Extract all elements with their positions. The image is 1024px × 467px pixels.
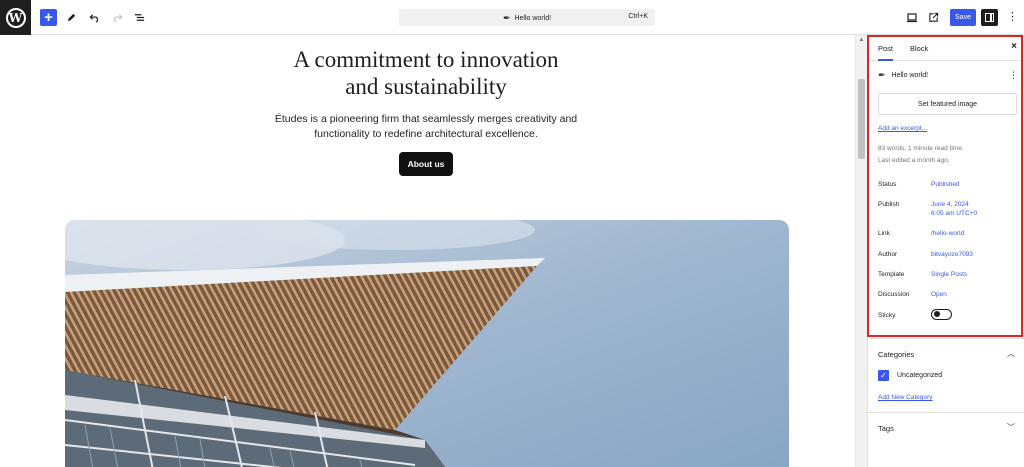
more-options-icon: ⋮ [1007, 11, 1018, 23]
status-label: Status [878, 181, 897, 188]
wordpress-logo-glyph: W [5, 7, 26, 28]
list-view-icon [134, 14, 145, 21]
shortcut-hint: Ctrl+K [628, 13, 648, 20]
undo-button[interactable] [86, 9, 103, 26]
post-summary: ✒ Hello world! ⋮ [878, 70, 1018, 81]
options-menu-button[interactable]: ⋮ [1004, 9, 1021, 26]
wordpress-logo-icon[interactable]: W [0, 0, 31, 35]
sidebar-tabs: Post Block × [868, 35, 1024, 61]
toggle-knob [933, 311, 940, 318]
add-new-category-link[interactable]: Add New Category [878, 394, 933, 401]
settings-sidebar-toggle[interactable] [981, 9, 998, 26]
sticky-label: Sticky [878, 312, 896, 319]
tags-title: Tags [878, 424, 894, 433]
link-value[interactable]: /hello-world [931, 229, 964, 238]
publish-value[interactable]: June 4, 2024 6:05 am UTC+0 [931, 200, 977, 218]
undo-icon [89, 14, 99, 23]
feather-icon: ✒ [878, 70, 886, 80]
command-palette-bar[interactable]: ✒ Hello world! Ctrl+K [399, 9, 655, 26]
categories-title: Categories [878, 350, 915, 359]
hero-image[interactable] [65, 220, 789, 467]
heading-line-1: A commitment to innovation [293, 47, 559, 72]
tools-button[interactable] [63, 9, 80, 26]
scroll-up-arrow[interactable]: ▲ [856, 37, 867, 43]
discussion-value[interactable]: Open [931, 290, 947, 299]
building-photo [65, 220, 789, 467]
tab-post[interactable]: Post [878, 44, 894, 61]
checkbox-checked-icon[interactable]: ✓ [878, 370, 889, 381]
add-excerpt-link[interactable]: Add an excerpt... [878, 125, 927, 132]
redo-icon [113, 14, 123, 23]
chevron-down-icon: ﹀ [1007, 423, 1015, 432]
heading-line-2: and sustainability [345, 74, 507, 99]
more-options-icon[interactable]: ⋮ [1009, 71, 1018, 80]
close-icon[interactable]: × [1011, 41, 1017, 52]
chevron-up-icon: ︿ [1007, 349, 1015, 358]
editor-toolbar: W + ✒ Hello world! Ctrl+K Save ⋮ [0, 0, 1024, 35]
add-block-icon: + [44, 9, 53, 26]
author-value[interactable]: bitvayoze7093 [931, 250, 973, 259]
last-edited-text: Last edited a month ago. [878, 157, 950, 164]
external-view-icon [929, 12, 939, 22]
publish-time: 6:05 am UTC+0 [931, 210, 978, 217]
preview-device-button[interactable] [903, 9, 920, 26]
pen-tool-icon [67, 13, 76, 22]
intro-line-2: functionality to redefine architectural … [314, 128, 538, 140]
document-title-text: Hello world! [514, 15, 552, 22]
add-block-button[interactable]: + [40, 9, 57, 26]
canvas-scrollbar[interactable]: ▲ [855, 35, 867, 467]
template-label: Template [878, 271, 905, 278]
list-view-button[interactable] [131, 9, 148, 26]
page-heading[interactable]: A commitment to innovation and sustainab… [226, 46, 626, 100]
intro-line-1: Études is a pioneering firm that seamles… [274, 113, 578, 125]
document-title: ✒ Hello world! [399, 13, 655, 24]
set-featured-image-button[interactable]: Set featured image [878, 93, 1017, 115]
editor-canvas[interactable]: A commitment to innovation and sustainab… [0, 35, 855, 467]
template-value[interactable]: Single Posts [931, 270, 967, 279]
redo-button[interactable] [109, 9, 126, 26]
save-button[interactable]: Save [950, 9, 976, 26]
intro-paragraph[interactable]: Études is a pioneering firm that seamles… [226, 112, 626, 142]
sticky-toggle[interactable] [931, 309, 952, 320]
post-meta-info: 83 words, 1 minute read time. Last edite… [878, 143, 964, 167]
category-label: Uncategorized [897, 372, 943, 379]
scroll-thumb[interactable] [858, 79, 865, 159]
settings-sidebar: Post Block × ✒ Hello world! ⋮ Set featur… [867, 35, 1024, 467]
author-label: Author [878, 251, 898, 258]
discussion-label: Discussion [878, 291, 910, 298]
tags-panel-header[interactable]: Tags ﹀ [868, 412, 1024, 442]
link-label: Link [878, 230, 890, 237]
status-value[interactable]: Published [931, 180, 960, 189]
tab-block[interactable]: Block [910, 44, 928, 53]
publish-date: June 4, 2024 [931, 201, 969, 208]
publish-label: Publish [878, 201, 900, 208]
category-item[interactable]: ✓ Uncategorized [878, 370, 942, 381]
about-us-button[interactable]: About us [399, 152, 453, 176]
desktop-preview-icon [906, 13, 917, 23]
post-title: Hello world! [891, 72, 929, 79]
view-post-button[interactable] [925, 9, 942, 26]
sidebar-settings-icon [985, 13, 994, 22]
categories-panel-header[interactable]: Categories ︿ [868, 338, 1024, 368]
word-count-text: 83 words, 1 minute read time. [878, 145, 964, 152]
feather-icon: ✒ [502, 13, 511, 23]
